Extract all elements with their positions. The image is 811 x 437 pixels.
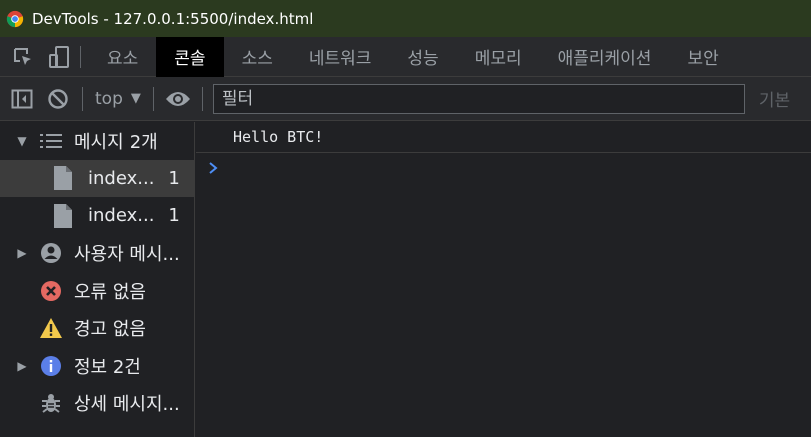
- sidebar-item-label: 정보 2건: [74, 356, 141, 378]
- tab-sources[interactable]: 소스: [224, 37, 291, 77]
- live-expression-button[interactable]: [160, 77, 196, 121]
- expand-arrow-down-icon[interactable]: ▼: [12, 134, 32, 148]
- sidebar-item-label: 오류 없음: [74, 281, 146, 303]
- console-output: Hello BTC!: [196, 122, 811, 437]
- console-toolbar: top ▼ 기본: [0, 77, 811, 121]
- console-message[interactable]: Hello BTC!: [196, 122, 811, 153]
- toolbar-separator: [82, 86, 83, 111]
- expand-arrow-right-icon[interactable]: ▶: [12, 246, 32, 260]
- eye-icon: [165, 91, 190, 106]
- tab-elements[interactable]: 요소: [89, 37, 156, 77]
- tab-application[interactable]: 애플리케이션: [540, 37, 670, 77]
- clear-icon: [48, 88, 68, 109]
- expand-arrow-right-icon[interactable]: ▶: [12, 359, 32, 373]
- tab-separator: [80, 45, 81, 68]
- window-title: DevTools - 127.0.0.1:5500/index.html: [32, 9, 314, 28]
- tab-performance[interactable]: 성능: [389, 37, 456, 77]
- toolbar-separator: [201, 86, 203, 111]
- sidebar-item-count: 1: [168, 205, 180, 227]
- sidebar-item-errors[interactable]: ▶ 오류 없음: [0, 272, 194, 310]
- sidebar-item-messages[interactable]: ▼ 메시지 2개: [0, 122, 194, 160]
- prompt-chevron-icon: [209, 162, 218, 174]
- tab-security[interactable]: 보안: [669, 37, 736, 77]
- error-icon: [38, 279, 64, 303]
- sidebar-toggle-icon: [11, 89, 33, 108]
- context-label: top: [95, 88, 123, 109]
- sidebar-item-info[interactable]: ▶ 정보 2건: [0, 347, 194, 385]
- console-message-text: Hello BTC!: [233, 128, 324, 146]
- clear-console-button[interactable]: [40, 77, 76, 121]
- inspect-icon: [14, 47, 31, 65]
- sidebar-item-file[interactable]: index... 1: [0, 197, 194, 235]
- list-icon: [38, 129, 64, 153]
- filter-box: [212, 83, 745, 114]
- console-prompt[interactable]: [196, 153, 811, 183]
- context-selector[interactable]: top ▼: [89, 89, 147, 109]
- sidebar-item-count: 1: [168, 167, 180, 189]
- bug-icon: [38, 391, 64, 415]
- sidebar-item-user-messages[interactable]: ▶ 사용자 메시...: [0, 235, 194, 273]
- tab-console[interactable]: 콘솔: [156, 36, 224, 77]
- chrome-icon: [6, 10, 24, 27]
- log-levels-dropdown[interactable]: 기본: [759, 86, 790, 111]
- sidebar-item-verbose[interactable]: ▶ 상세 메시지...: [0, 385, 194, 423]
- sidebar-item-label: 사용자 메시...: [74, 244, 180, 266]
- sidebar-item-label: index...: [88, 167, 155, 189]
- toolbar-separator: [152, 86, 154, 111]
- sidebar-item-warnings[interactable]: ▶ 경고 없음: [0, 310, 194, 348]
- device-icon: [49, 45, 69, 68]
- tab-memory[interactable]: 메모리: [457, 37, 540, 77]
- sidebar-item-label: 경고 없음: [74, 319, 146, 341]
- sidebar-item-label: 상세 메시지...: [74, 394, 180, 416]
- sidebar-item-count: 2개: [129, 131, 158, 153]
- sidebar-item-label: index...: [88, 205, 155, 227]
- file-icon: [50, 166, 76, 191]
- sidebar-item-file[interactable]: index... 1: [0, 159, 194, 197]
- window-title-bar: DevTools - 127.0.0.1:5500/index.html: [0, 0, 811, 37]
- warning-icon: [38, 316, 64, 340]
- filter-input[interactable]: [221, 88, 744, 109]
- caret-down-icon: ▼: [130, 91, 141, 106]
- toggle-sidebar-button[interactable]: [4, 77, 40, 121]
- tab-network[interactable]: 네트워크: [291, 37, 390, 77]
- log-levels-label: 기본: [758, 91, 791, 111]
- devtools-tab-bar: 요소 콘솔 소스 네트워크 성능 메모리 애플리케이션 보안: [0, 36, 811, 77]
- inspect-element-button[interactable]: [8, 37, 38, 77]
- device-toolbar-button[interactable]: [44, 37, 74, 77]
- console-sidebar: ▼ 메시지 2개 index... 1 index... 1 ▶ 사용자 메시.…: [0, 122, 195, 437]
- user-icon: [38, 241, 64, 265]
- file-icon: [50, 203, 76, 228]
- info-icon: [38, 354, 64, 378]
- sidebar-item-label: 메시지: [74, 131, 124, 153]
